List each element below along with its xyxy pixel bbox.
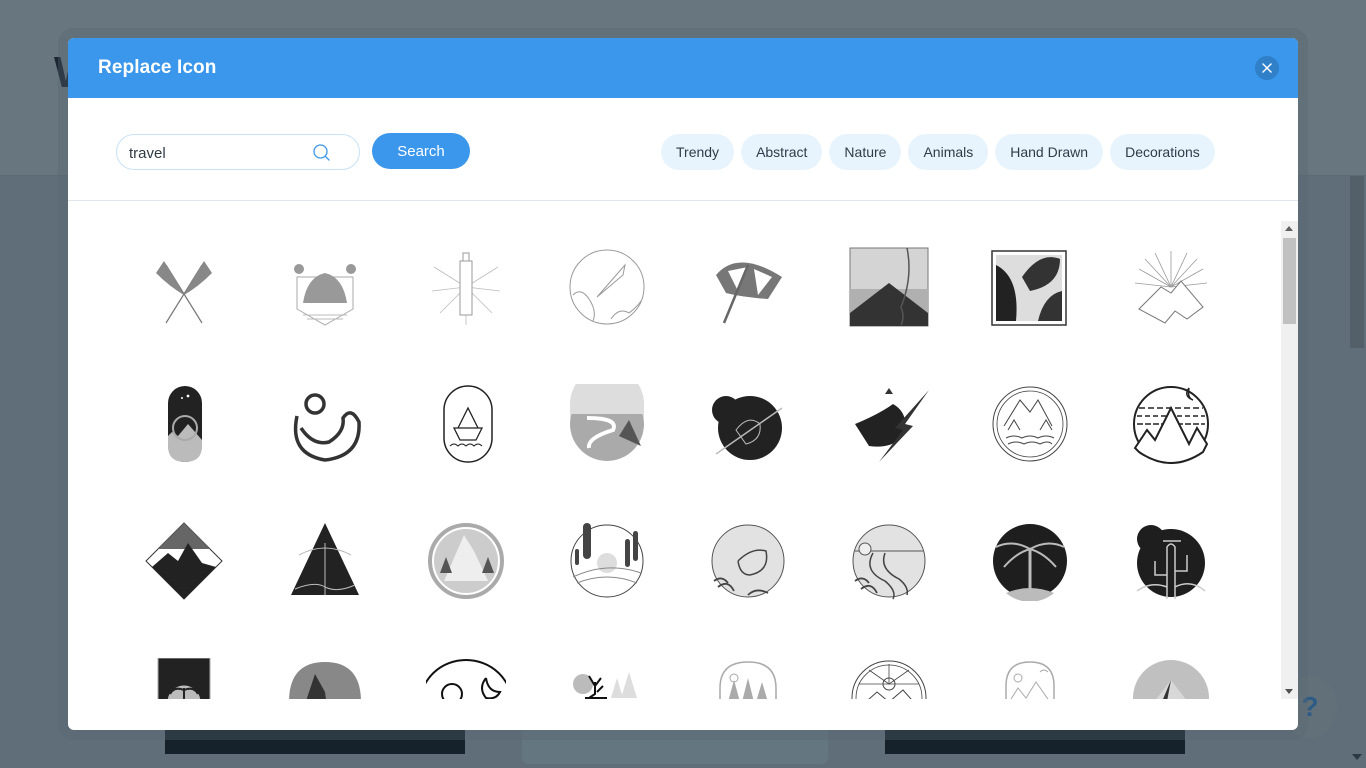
- crowned-bird-lightning-icon: [855, 388, 929, 462]
- icon-result-18[interactable]: [285, 521, 365, 601]
- tag-nature[interactable]: Nature: [829, 134, 902, 170]
- dialog-header: Replace Icon: [68, 38, 1298, 98]
- icon-result-20[interactable]: [567, 521, 647, 601]
- icon-result-5[interactable]: [708, 247, 788, 327]
- icon-result-12[interactable]: [567, 384, 647, 464]
- icon-result-32[interactable]: [1131, 658, 1211, 699]
- palm-square-badge-icon: [157, 658, 211, 699]
- search-icon[interactable]: [312, 143, 332, 163]
- tropical-leaves-frame-icon: [991, 250, 1067, 326]
- bird-meadow-circle-icon: [711, 524, 785, 598]
- icon-result-6[interactable]: [849, 247, 929, 327]
- icon-result-8[interactable]: [1131, 247, 1211, 327]
- icon-result-17[interactable]: [144, 521, 224, 601]
- forest-lake-circle-icon: [992, 386, 1068, 462]
- scrollbar-thumb[interactable]: [1283, 238, 1296, 324]
- scroll-down-icon[interactable]: [1285, 689, 1293, 694]
- tag-animals[interactable]: Animals: [908, 134, 989, 170]
- mountain-sunburst-icon: [1134, 251, 1208, 324]
- dialog-title: Replace Icon: [98, 57, 217, 78]
- icon-result-22[interactable]: [849, 521, 929, 601]
- icon-results-viewport: [68, 221, 1281, 699]
- night-peaks-circle-icon: [1133, 386, 1209, 464]
- moon-wave-icon: [293, 393, 361, 462]
- ship-oval-badge-icon: [443, 385, 493, 463]
- tag-hand-drawn[interactable]: Hand Drawn: [995, 134, 1104, 170]
- icon-result-25[interactable]: [144, 658, 224, 699]
- forest-mountain-circle-icon: [428, 523, 504, 599]
- icon-result-28[interactable]: [567, 658, 647, 699]
- mount-fuji-blossom-icon: [849, 247, 929, 327]
- icon-result-1[interactable]: [144, 247, 224, 327]
- icon-result-27[interactable]: [426, 658, 506, 699]
- icon-result-24[interactable]: [1131, 521, 1211, 601]
- icon-result-16[interactable]: [1131, 384, 1211, 464]
- search-input[interactable]: [129, 141, 309, 165]
- cypress-hills-circle-icon: [570, 523, 644, 598]
- palm-pyramid-icon: [291, 523, 359, 595]
- search-button[interactable]: Search: [372, 133, 470, 169]
- icon-result-13[interactable]: [708, 384, 788, 464]
- replace-icon-dialog: Replace Icon Search Trendy Abstract Natu…: [68, 38, 1298, 730]
- vertical-scrollbar[interactable]: [1281, 221, 1298, 699]
- icon-result-21[interactable]: [708, 521, 788, 601]
- rocket-clouds-circle-icon: [569, 249, 645, 325]
- camel-desert-badge-icon: [294, 264, 356, 326]
- icon-result-10[interactable]: [285, 384, 365, 464]
- tag-trendy[interactable]: Trendy: [661, 134, 735, 170]
- bird-arrow-circle-icon: [712, 396, 783, 460]
- icon-result-14[interactable]: [849, 384, 929, 464]
- mountain-diamond-icon: [145, 522, 223, 600]
- background-scrollbar: [1350, 176, 1364, 348]
- river-shark-fin-circle-icon: [570, 384, 644, 461]
- palm-tree-circle-icon: [993, 524, 1067, 601]
- mountain-arch-icon: [289, 662, 361, 699]
- background-scroll-down-icon: [1352, 754, 1362, 760]
- pyramid-circle-icon: [1133, 660, 1209, 699]
- icon-results: [68, 201, 1298, 730]
- icon-grid: [144, 247, 1211, 699]
- beach-umbrella-icon: [716, 262, 782, 324]
- deer-forest-icon: [573, 672, 637, 699]
- pine-arch-icon: [719, 661, 777, 699]
- icon-result-26[interactable]: [285, 658, 365, 699]
- sunrise-mountain-circle-icon: [851, 660, 927, 699]
- icon-result-30[interactable]: [849, 658, 929, 699]
- lighthouse-rays-icon: [431, 252, 501, 325]
- icon-result-19[interactable]: [426, 521, 506, 601]
- icon-result-11[interactable]: [426, 384, 506, 464]
- icon-result-2[interactable]: [285, 247, 365, 327]
- close-icon: [1262, 63, 1272, 73]
- icon-result-31[interactable]: [990, 658, 1070, 699]
- icon-result-9[interactable]: [144, 384, 224, 464]
- search-field[interactable]: [116, 134, 360, 170]
- category-tags: Trendy Abstract Nature Animals Hand Draw…: [661, 134, 1215, 170]
- sun-moon-forest-icon: [426, 659, 506, 699]
- night-mountain-capsule-icon: [168, 386, 202, 462]
- icon-result-4[interactable]: [567, 247, 647, 327]
- icon-result-29[interactable]: [708, 658, 788, 699]
- winding-road-circle-icon: [852, 524, 926, 600]
- crossed-palm-leaves-icon: [156, 261, 212, 324]
- tag-decorations[interactable]: Decorations: [1110, 134, 1215, 170]
- scroll-up-icon[interactable]: [1285, 226, 1293, 231]
- search-toolbar: Search Trendy Abstract Nature Animals Ha…: [68, 98, 1298, 201]
- desert-arch-icon: [1005, 661, 1055, 699]
- icon-result-3[interactable]: [426, 247, 506, 327]
- icon-result-23[interactable]: [990, 521, 1070, 601]
- icon-result-15[interactable]: [990, 384, 1070, 464]
- tag-abstract[interactable]: Abstract: [741, 134, 823, 170]
- icon-result-7[interactable]: [990, 247, 1070, 327]
- help-icon: ?: [1301, 691, 1319, 722]
- close-button[interactable]: [1255, 56, 1279, 80]
- cactus-sun-circle-icon: [1136, 525, 1206, 599]
